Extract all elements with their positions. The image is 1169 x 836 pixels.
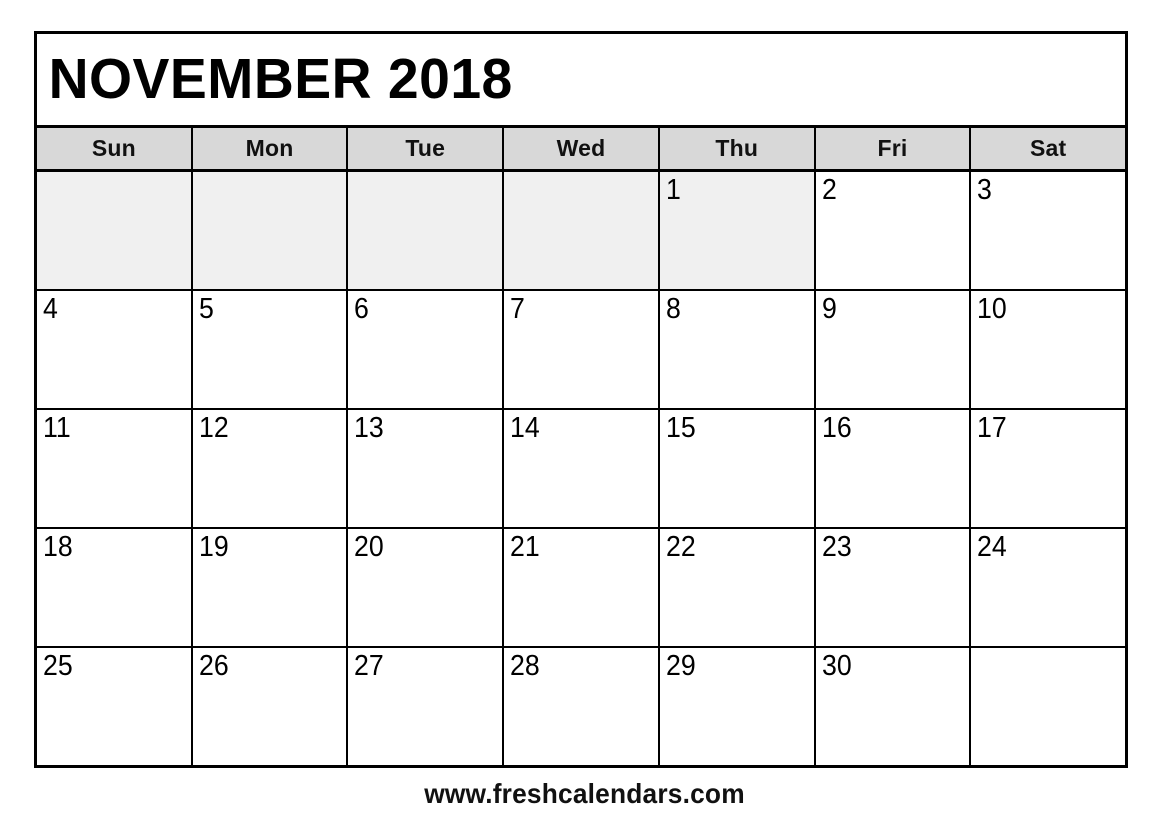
day-number: 19 bbox=[198, 531, 229, 563]
day-cell[interactable]: 2 bbox=[815, 172, 972, 289]
day-cell[interactable] bbox=[348, 172, 505, 289]
day-number: 9 bbox=[821, 293, 837, 325]
day-cell[interactable]: 11 bbox=[37, 410, 193, 527]
day-number: 6 bbox=[354, 293, 370, 325]
week-row: 18 19 20 21 22 23 24 bbox=[37, 529, 1126, 648]
weekday-header-sun: Sun bbox=[37, 128, 193, 169]
day-number: 3 bbox=[977, 174, 993, 206]
day-cell[interactable]: 23 bbox=[815, 529, 972, 646]
weekday-label: Sat bbox=[1029, 135, 1067, 161]
day-number: 12 bbox=[198, 412, 229, 444]
day-cell[interactable]: 8 bbox=[659, 291, 816, 408]
day-cell[interactable]: 22 bbox=[659, 529, 816, 646]
weekday-label: Thu bbox=[715, 135, 759, 161]
day-cell[interactable] bbox=[192, 172, 349, 289]
weekday-label: Sun bbox=[91, 135, 136, 161]
footer-website: www.freshcalendars.com bbox=[424, 778, 745, 809]
day-number: 16 bbox=[821, 412, 852, 444]
day-number: 23 bbox=[821, 531, 852, 563]
day-cell[interactable]: 14 bbox=[504, 410, 660, 527]
calendar-grid: NOVEMBER 2018 Sun Mon Tue Wed Thu Fri Sa… bbox=[34, 31, 1128, 768]
day-number: 30 bbox=[821, 650, 852, 682]
weekday-label: Wed bbox=[556, 135, 606, 161]
day-number: 29 bbox=[665, 650, 696, 682]
weekday-header-wed: Wed bbox=[504, 128, 660, 169]
day-number: 13 bbox=[354, 412, 385, 444]
day-number: 17 bbox=[977, 412, 1007, 444]
day-number: 2 bbox=[821, 174, 837, 206]
calendar-page: NOVEMBER 2018 Sun Mon Tue Wed Thu Fri Sa… bbox=[0, 0, 1169, 836]
day-cell[interactable]: 29 bbox=[659, 648, 816, 765]
weekday-header-sat: Sat bbox=[971, 128, 1126, 169]
week-row: 4 5 6 7 8 9 10 bbox=[37, 291, 1126, 410]
day-number: 8 bbox=[665, 293, 681, 325]
page-title: NOVEMBER 2018 bbox=[48, 47, 513, 111]
day-cell[interactable]: 19 bbox=[192, 529, 349, 646]
week-row: 1 2 3 bbox=[37, 172, 1126, 291]
day-cell[interactable]: 6 bbox=[348, 291, 505, 408]
day-number: 26 bbox=[198, 650, 229, 682]
day-number: 22 bbox=[665, 531, 696, 563]
day-cell[interactable]: 27 bbox=[348, 648, 505, 765]
day-cell[interactable]: 16 bbox=[815, 410, 972, 527]
day-number: 20 bbox=[354, 531, 385, 563]
week-row: 25 26 27 28 29 30 bbox=[37, 648, 1126, 765]
day-cell[interactable]: 13 bbox=[348, 410, 505, 527]
day-number: 4 bbox=[43, 293, 58, 325]
day-number: 24 bbox=[977, 531, 1007, 563]
day-number: 21 bbox=[510, 531, 540, 563]
day-cell[interactable] bbox=[504, 172, 660, 289]
day-number: 5 bbox=[198, 293, 214, 325]
day-cell[interactable]: 26 bbox=[192, 648, 349, 765]
day-cell[interactable]: 17 bbox=[971, 410, 1126, 527]
day-cell[interactable]: 30 bbox=[815, 648, 972, 765]
day-number: 1 bbox=[665, 174, 681, 206]
calendar-weeks: 1 2 3 4 5 6 7 8 9 10 11 12 13 14 15 16 1… bbox=[37, 172, 1126, 765]
weekday-label: Mon bbox=[245, 135, 294, 161]
day-number: 11 bbox=[43, 412, 71, 444]
weekday-label: Tue bbox=[405, 135, 446, 161]
day-cell[interactable]: 10 bbox=[971, 291, 1126, 408]
day-cell[interactable]: 25 bbox=[37, 648, 193, 765]
weekday-header-row: Sun Mon Tue Wed Thu Fri Sat bbox=[37, 128, 1126, 172]
day-cell[interactable]: 7 bbox=[504, 291, 660, 408]
day-cell[interactable]: 24 bbox=[971, 529, 1126, 646]
day-cell[interactable]: 21 bbox=[504, 529, 660, 646]
week-row: 11 12 13 14 15 16 17 bbox=[37, 410, 1126, 529]
day-cell[interactable]: 3 bbox=[971, 172, 1126, 289]
weekday-header-tue: Tue bbox=[348, 128, 505, 169]
day-cell[interactable] bbox=[971, 648, 1126, 765]
weekday-header-fri: Fri bbox=[815, 128, 972, 169]
weekday-header-mon: Mon bbox=[192, 128, 349, 169]
day-number: 25 bbox=[43, 650, 73, 682]
day-cell[interactable]: 4 bbox=[37, 291, 193, 408]
day-cell[interactable]: 5 bbox=[192, 291, 349, 408]
day-number: 15 bbox=[665, 412, 696, 444]
day-number: 27 bbox=[354, 650, 385, 682]
day-number: 14 bbox=[510, 412, 540, 444]
day-cell[interactable] bbox=[37, 172, 193, 289]
day-cell[interactable]: 9 bbox=[815, 291, 972, 408]
weekday-header-thu: Thu bbox=[659, 128, 816, 169]
day-number: 18 bbox=[43, 531, 73, 563]
day-cell[interactable]: 18 bbox=[37, 529, 193, 646]
day-number: 28 bbox=[510, 650, 540, 682]
day-cell[interactable]: 28 bbox=[504, 648, 660, 765]
calendar-title-band: NOVEMBER 2018 bbox=[37, 34, 1125, 128]
day-cell[interactable]: 12 bbox=[192, 410, 349, 527]
weekday-label: Fri bbox=[877, 135, 908, 161]
day-number: 10 bbox=[977, 293, 1007, 325]
day-cell[interactable]: 20 bbox=[348, 529, 505, 646]
day-cell[interactable]: 1 bbox=[659, 172, 816, 289]
day-cell[interactable]: 15 bbox=[659, 410, 816, 527]
day-number: 7 bbox=[510, 293, 526, 325]
